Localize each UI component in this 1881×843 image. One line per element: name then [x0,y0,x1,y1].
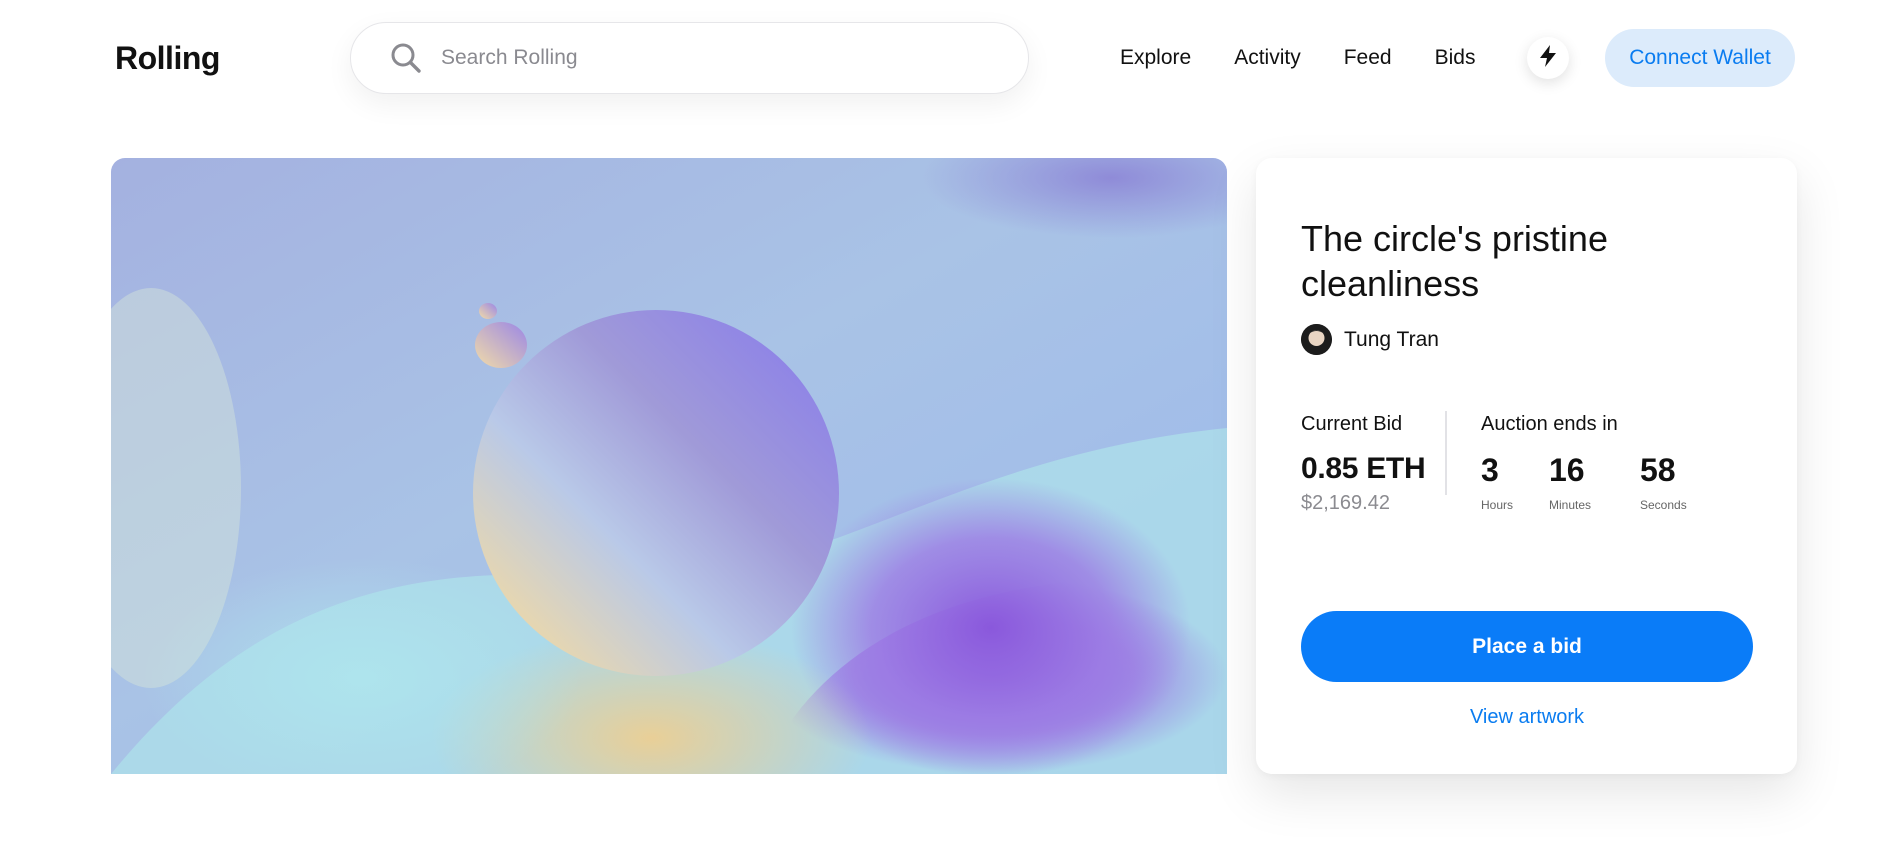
countdown-hours: 3 Hours [1481,452,1549,512]
place-bid-button[interactable]: Place a bid [1301,611,1753,682]
minutes-label: Minutes [1549,498,1592,512]
divider [1445,411,1447,495]
creator-name[interactable]: Tung Tran [1344,328,1439,352]
main-nav: Explore Activity Feed Bids [1120,44,1518,72]
minutes-value: 16 [1549,452,1585,488]
search-bar[interactable] [350,22,1029,94]
search-input[interactable] [441,46,961,70]
view-artwork-link[interactable]: View artwork [1301,706,1753,729]
activity-button[interactable] [1527,37,1569,79]
avatar [1301,324,1332,355]
countdown-minutes: 16 Minutes [1549,452,1640,512]
hours-value: 3 [1481,452,1499,488]
auction-card: The circle's pristine cleanliness Tung T… [1256,158,1797,774]
hours-label: Hours [1481,498,1514,512]
nav-explore[interactable]: Explore [1120,44,1191,72]
nav-bids[interactable]: Bids [1435,44,1476,72]
countdown-seconds: 58 Seconds [1640,452,1687,512]
logo[interactable]: Rolling [115,40,220,77]
search-icon [389,41,423,75]
auction-countdown: Auction ends in 3 Hours 16 Minutes 58 Se… [1481,413,1687,512]
current-bid-label: Current Bid [1301,413,1403,435]
current-bid: Current Bid 0.85 ETH $2,169.42 [1301,413,1426,515]
nav-activity[interactable]: Activity [1234,44,1301,72]
artwork-image[interactable] [111,158,1227,774]
lightning-bolt-icon [1539,44,1557,72]
creator[interactable]: Tung Tran [1301,324,1439,355]
auction-label: Auction ends in [1481,413,1618,435]
nav-feed[interactable]: Feed [1344,44,1392,72]
current-bid-usd: $2,169.42 [1301,492,1390,514]
connect-wallet-button[interactable]: Connect Wallet [1605,29,1795,87]
countdown: 3 Hours 16 Minutes 58 Seconds [1481,452,1687,512]
page: Rolling Explore Activity Feed Bids Conne… [0,0,1881,843]
current-bid-eth: 0.85 ETH [1301,452,1426,485]
seconds-value: 58 [1640,452,1676,488]
seconds-label: Seconds [1640,498,1687,512]
artwork-title: The circle's pristine cleanliness [1301,218,1608,304]
